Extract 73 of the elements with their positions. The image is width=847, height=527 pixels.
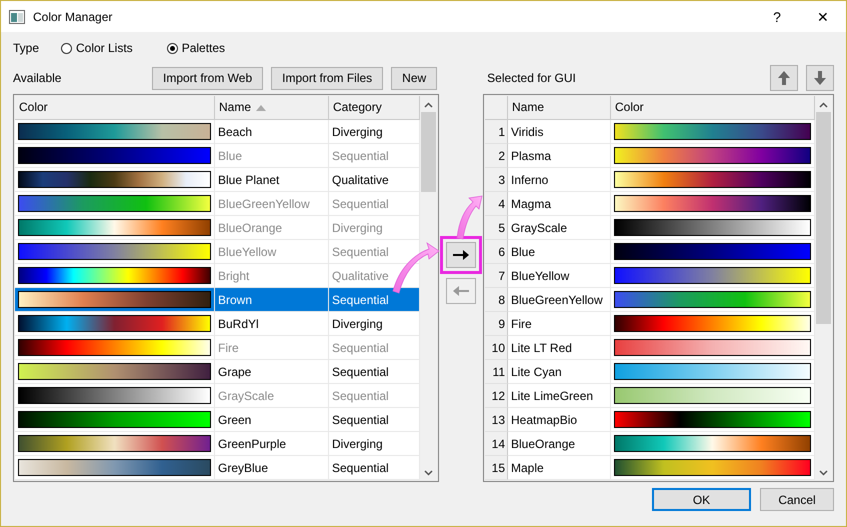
table-cell[interactable]: Blue: [508, 240, 611, 264]
table-cell[interactable]: Blue Planet: [215, 168, 329, 192]
row-number: 12: [485, 384, 508, 408]
row-number: 4: [485, 192, 508, 216]
move-up-button[interactable]: [770, 65, 798, 91]
column-header[interactable]: Color: [611, 96, 815, 120]
add-button[interactable]: [446, 242, 476, 268]
column-header[interactable]: Color: [15, 96, 215, 120]
scrollbar-thumb[interactable]: [421, 112, 436, 192]
table-cell[interactable]: Lite LT Red: [508, 336, 611, 360]
right-arrow-icon: [453, 249, 469, 261]
row-number: 10: [485, 336, 508, 360]
sort-ascending-icon: [256, 105, 266, 111]
table-cell[interactable]: Viridis: [508, 120, 611, 144]
section-label: Selected for GUI: [487, 71, 576, 85]
scroll-down-icon: [819, 470, 828, 476]
move-down-button[interactable]: [806, 65, 834, 91]
remove-button[interactable]: [446, 278, 476, 304]
row-number: 13: [485, 408, 508, 432]
column-header[interactable]: Name: [508, 96, 611, 120]
table-cell[interactable]: Brown: [215, 288, 329, 312]
import-button[interactable]: New: [391, 66, 438, 90]
table-cell[interactable]: Plasma: [508, 144, 611, 168]
row-number: 14: [485, 432, 508, 456]
table-cell[interactable]: HeatmapBio: [508, 408, 611, 432]
row-number: 5: [485, 216, 508, 240]
table-cell[interactable]: Magma: [508, 192, 611, 216]
section-label: Available: [13, 71, 62, 85]
dialog-button[interactable]: Cancel: [760, 488, 834, 511]
table-cell[interactable]: Maple: [508, 456, 611, 480]
table-cell[interactable]: Lite LimeGreen: [508, 384, 611, 408]
table-cell[interactable]: GreyBlue: [215, 456, 329, 480]
table-cell[interactable]: BuRdYl: [215, 312, 329, 336]
annotation-arrow: [456, 196, 482, 240]
table-cell[interactable]: BlueOrange: [508, 432, 611, 456]
radio-option[interactable]: Palettes: [166, 41, 226, 55]
scroll-up-icon: [424, 102, 433, 108]
table-cell[interactable]: Beach: [215, 120, 329, 144]
row-number: 15: [485, 456, 508, 480]
dialog-button[interactable]: OK: [652, 488, 751, 511]
type-label: Type: [13, 41, 40, 55]
radio-option[interactable]: Color Lists: [61, 41, 133, 55]
table-cell[interactable]: Sequential: [329, 288, 420, 312]
left-arrow-icon: [453, 285, 469, 297]
table-cell[interactable]: GreenPurple: [215, 432, 329, 456]
window-title: Color Manager: [33, 10, 112, 24]
table-cell[interactable]: GrayScale: [508, 216, 611, 240]
table-cell[interactable]: BlueYellow: [508, 264, 611, 288]
row-number: 6: [485, 240, 508, 264]
table-cell[interactable]: Fire: [508, 312, 611, 336]
table-cell[interactable]: BlueGreenYellow: [508, 288, 611, 312]
row-number: 7: [485, 264, 508, 288]
row-number: 2: [485, 144, 508, 168]
row-number: 3: [485, 168, 508, 192]
import-button[interactable]: Import from Files: [271, 66, 384, 90]
row-number: 9: [485, 312, 508, 336]
table-cell[interactable]: Lite Cyan: [508, 360, 611, 384]
down-arrow-icon: [814, 71, 826, 85]
row-number: 8: [485, 288, 508, 312]
table-cell[interactable]: Inferno: [508, 168, 611, 192]
app-icon: [9, 10, 25, 24]
row-number: 1: [485, 120, 508, 144]
scrollbar-thumb[interactable]: [816, 112, 831, 324]
scroll-up-icon: [819, 102, 828, 108]
scroll-down-icon: [424, 470, 433, 476]
import-button[interactable]: Import from Web: [152, 66, 264, 90]
annotation-arrow: [392, 242, 440, 294]
close-button[interactable]: ✕: [800, 2, 846, 32]
row-number: 11: [485, 360, 508, 384]
table-cell[interactable]: Green: [215, 408, 329, 432]
help-button[interactable]: ?: [754, 2, 800, 32]
up-arrow-icon: [778, 71, 790, 85]
table-cell[interactable]: Grape: [215, 360, 329, 384]
